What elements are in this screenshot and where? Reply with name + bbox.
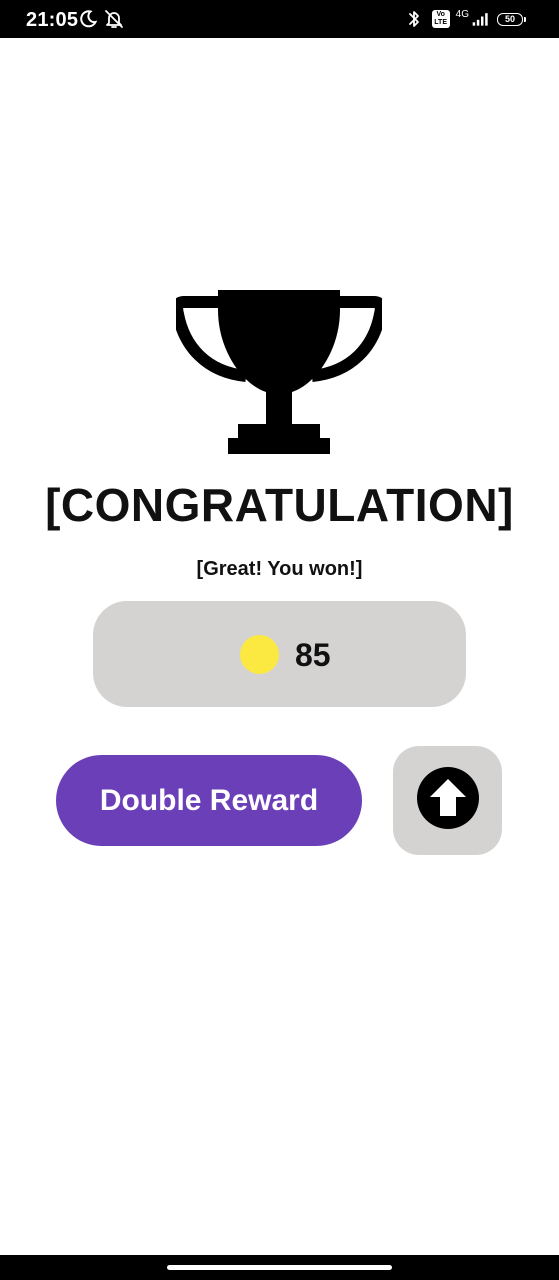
navigation-bar <box>0 1255 559 1280</box>
arrow-up-circle-icon <box>416 766 480 835</box>
bell-off-icon <box>104 9 124 29</box>
volte-icon: Vo LTE <box>431 10 450 28</box>
status-bar: 21:05 Vo LTE 4G 50 <box>0 0 559 38</box>
signal-4g-icon <box>471 9 491 29</box>
network-type-label: 4G <box>455 8 469 20</box>
congratulation-title: [CONGRATULATION] <box>45 479 514 531</box>
reward-panel: 85 <box>93 601 466 707</box>
coin-amount: 85 <box>295 637 331 673</box>
trophy-icon <box>171 288 387 454</box>
moon-icon <box>78 9 98 29</box>
win-subtitle: [Great! You won!] <box>196 558 363 580</box>
status-time: 21:05 <box>26 9 79 31</box>
upgrade-button[interactable] <box>393 746 502 855</box>
bluetooth-icon <box>406 9 426 29</box>
status-left-icons <box>78 9 124 29</box>
home-gesture-handle[interactable] <box>167 1265 392 1270</box>
double-reward-label: Double Reward <box>99 783 319 817</box>
coin-icon <box>240 635 279 674</box>
win-screen: 21:05 Vo LTE 4G 50 [CONGRATULATION] [Gre… <box>0 0 559 1280</box>
status-right-icons: Vo LTE 4G 50 <box>406 8 526 29</box>
double-reward-button[interactable]: Double Reward <box>56 755 362 846</box>
battery-icon: 50 <box>497 12 526 26</box>
